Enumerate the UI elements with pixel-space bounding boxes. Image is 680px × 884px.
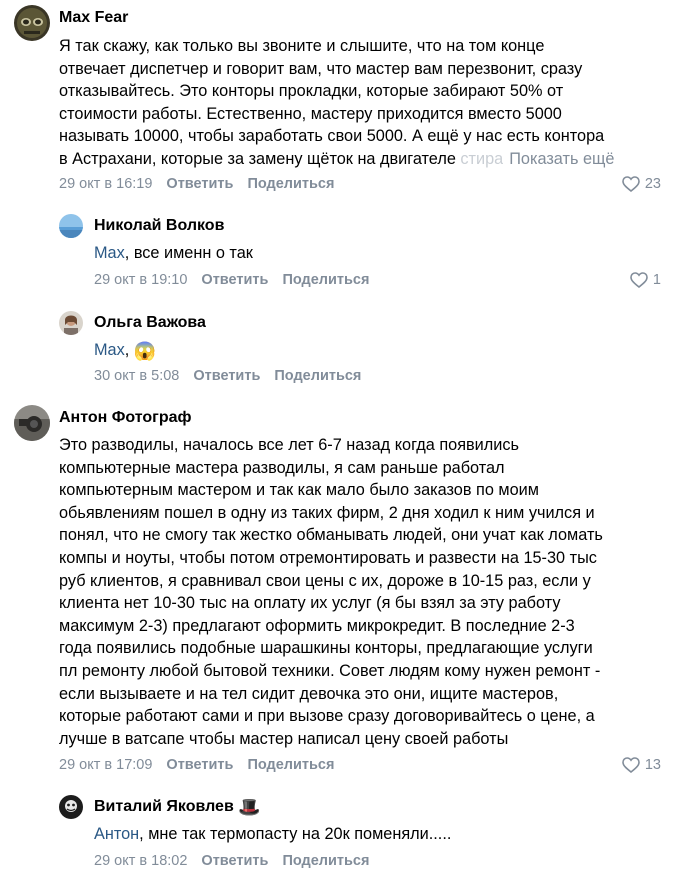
reply-button[interactable]: Ответить xyxy=(166,176,233,192)
reply-button[interactable]: Ответить xyxy=(201,853,268,869)
avatar[interactable] xyxy=(59,795,83,819)
heart-outline-icon xyxy=(630,272,648,288)
comment-text: Max, 😱 xyxy=(94,341,157,361)
comment-author[interactable]: Ольга Важова xyxy=(94,313,206,333)
reply-button[interactable]: Ответить xyxy=(166,757,233,773)
like-button[interactable]: 1 xyxy=(630,271,661,289)
heart-outline-icon xyxy=(622,757,640,773)
comment-text: Антон, мне так термопасту на 20к поменял… xyxy=(94,825,452,843)
comment-text: Я так скажу, как только вы звоните и слы… xyxy=(59,37,615,168)
like-button[interactable]: 13 xyxy=(622,756,661,774)
avatar[interactable] xyxy=(59,311,83,335)
comment-meta: 29 окт в 18:02 Ответить Поделиться xyxy=(94,852,369,870)
share-button[interactable]: Поделиться xyxy=(282,272,369,288)
mention-link[interactable]: Max xyxy=(94,244,125,262)
comment-meta: 30 окт в 5:08 Ответить Поделиться xyxy=(94,367,361,385)
share-button[interactable]: Поделиться xyxy=(247,176,334,192)
avatar[interactable] xyxy=(59,214,83,238)
like-count: 1 xyxy=(652,272,661,288)
comment-meta: 29 окт в 16:19 Ответить Поделиться xyxy=(59,175,334,193)
comment-date[interactable]: 30 окт в 5:08 xyxy=(94,368,179,384)
show-more-link[interactable]: Показать ещё xyxy=(503,149,615,168)
like-count: 13 xyxy=(644,757,661,773)
like-button[interactable]: 23 xyxy=(622,175,661,193)
share-button[interactable]: Поделиться xyxy=(274,368,361,384)
avatar[interactable] xyxy=(14,5,50,41)
comment-author[interactable]: Виталий Яковлев 🎩 xyxy=(94,797,261,817)
avatar[interactable] xyxy=(14,405,50,441)
share-button[interactable]: Поделиться xyxy=(282,853,369,869)
scream-emoji: 😱 xyxy=(133,341,157,361)
comment-date[interactable]: 29 окт в 19:10 xyxy=(94,272,187,288)
like-count: 23 xyxy=(644,176,661,192)
comment-date[interactable]: 29 окт в 18:02 xyxy=(94,853,187,869)
comment-author[interactable]: Антон Фотограф xyxy=(59,408,192,428)
comment-date[interactable]: 29 окт в 16:19 xyxy=(59,176,152,192)
mention-link[interactable]: Антон xyxy=(94,825,139,843)
comment-meta: 29 окт в 19:10 Ответить Поделиться xyxy=(94,271,369,289)
comment-author[interactable]: Николай Волков xyxy=(94,216,224,236)
heart-outline-icon xyxy=(622,176,640,192)
comment-meta: 29 окт в 17:09 Ответить Поделиться xyxy=(59,756,334,774)
reply-button[interactable]: Ответить xyxy=(201,272,268,288)
mention-link[interactable]: Max xyxy=(94,341,125,359)
hat-emoji: 🎩 xyxy=(238,797,261,817)
share-button[interactable]: Поделиться xyxy=(247,757,334,773)
reply-button[interactable]: Ответить xyxy=(193,368,260,384)
comment-text: Max, все именн о так xyxy=(94,244,253,262)
comment-author[interactable]: Max Fear xyxy=(59,8,128,28)
comment-text: Это разводилы, началось все лет 6-7 наза… xyxy=(59,436,603,748)
comment-date[interactable]: 29 окт в 17:09 xyxy=(59,757,152,773)
